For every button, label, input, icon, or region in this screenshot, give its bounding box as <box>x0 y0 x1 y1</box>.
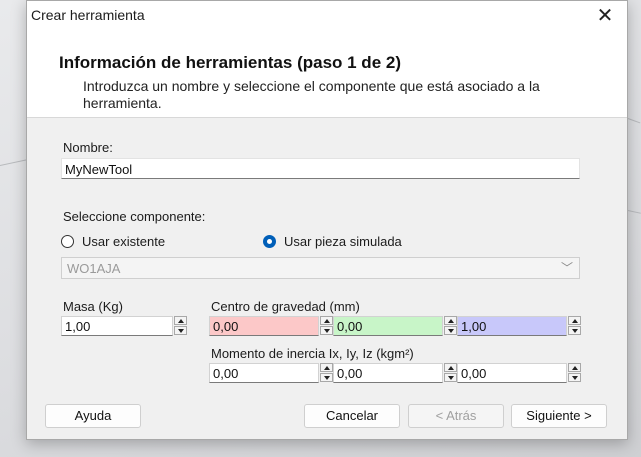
spin-down-button[interactable] <box>568 373 581 382</box>
back-button[interactable]: < Atrás <box>408 404 504 428</box>
spin-up-button[interactable] <box>320 363 333 372</box>
cog-z-input[interactable]: 1,00 <box>457 316 567 336</box>
step-title: Información de herramientas (paso 1 de 2… <box>59 53 401 72</box>
name-input[interactable]: MyNewTool <box>61 158 580 179</box>
cancel-button[interactable]: Cancelar <box>304 404 400 428</box>
component-dropdown[interactable]: WO1AJA ﹀ <box>61 257 580 279</box>
arrow-down-icon <box>571 375 578 380</box>
inertia-ix-stepper[interactable]: 0,00 <box>209 363 333 383</box>
component-dropdown-value: WO1AJA <box>67 261 121 276</box>
spin-up-button[interactable] <box>568 316 581 325</box>
wizard-header: Información de herramientas (paso 1 de 2… <box>27 31 627 118</box>
close-icon[interactable]: ✕ <box>593 4 617 28</box>
spin-down-button[interactable] <box>444 326 457 335</box>
spin-down-button[interactable] <box>444 373 457 382</box>
cog-y-stepper[interactable]: 0,00 <box>333 316 457 336</box>
title-bar: Crear herramienta ✕ <box>27 1 627 31</box>
mass-stepper[interactable]: 1,00 <box>61 316 187 336</box>
spin-down-button[interactable] <box>174 326 187 335</box>
arrow-down-icon <box>447 375 454 380</box>
arrow-up-icon <box>177 318 184 323</box>
arrow-down-icon <box>323 328 330 333</box>
spin-up-button[interactable] <box>174 316 187 325</box>
name-label: Nombre: <box>63 140 113 155</box>
arrow-up-icon <box>571 365 578 370</box>
spin-down-button[interactable] <box>320 326 333 335</box>
mass-input[interactable]: 1,00 <box>61 316 173 336</box>
cog-y-input[interactable]: 0,00 <box>333 316 443 336</box>
arrow-up-icon <box>571 318 578 323</box>
mass-label: Masa (Kg) <box>63 299 123 314</box>
arrow-down-icon <box>571 328 578 333</box>
cog-x-stepper[interactable]: 0,00 <box>209 316 333 336</box>
create-tool-dialog: Crear herramienta ✕ Información de herra… <box>26 0 628 440</box>
inertia-iz-input[interactable]: 0,00 <box>457 363 567 383</box>
arrow-up-icon <box>323 365 330 370</box>
arrow-down-icon <box>323 375 330 380</box>
center-of-gravity-label: Centro de gravedad (mm) <box>211 299 360 314</box>
chevron-down-icon: ﹀ <box>560 261 573 275</box>
background-edge-line <box>627 118 641 124</box>
radio-use-simulated[interactable]: Usar pieza simulada <box>263 234 402 249</box>
spin-down-button[interactable] <box>320 373 333 382</box>
radio-use-existing[interactable]: Usar existente <box>61 234 165 249</box>
cog-x-input[interactable]: 0,00 <box>209 316 319 336</box>
spin-up-button[interactable] <box>444 316 457 325</box>
spin-up-button[interactable] <box>568 363 581 372</box>
background-edge-line <box>627 210 641 214</box>
inertia-iz-stepper[interactable]: 0,00 <box>457 363 581 383</box>
next-button[interactable]: Siguiente > <box>511 404 607 428</box>
cog-z-stepper[interactable]: 1,00 <box>457 316 581 336</box>
step-description: Introduzca un nombre y seleccione el com… <box>83 78 540 111</box>
spin-up-button[interactable] <box>320 316 333 325</box>
component-label: Seleccione componente: <box>63 209 206 224</box>
arrow-up-icon <box>447 365 454 370</box>
help-button[interactable]: Ayuda <box>45 404 141 428</box>
radio-unchecked-icon <box>61 235 74 248</box>
inertia-iy-stepper[interactable]: 0,00 <box>333 363 457 383</box>
radio-use-simulated-label: Usar pieza simulada <box>284 234 402 249</box>
arrow-down-icon <box>177 328 184 333</box>
radio-checked-icon <box>263 235 276 248</box>
inertia-iy-input[interactable]: 0,00 <box>333 363 443 383</box>
radio-use-existing-label: Usar existente <box>82 234 166 249</box>
arrow-down-icon <box>447 328 454 333</box>
spin-down-button[interactable] <box>568 326 581 335</box>
arrow-up-icon <box>447 318 454 323</box>
arrow-up-icon <box>323 318 330 323</box>
inertia-ix-input[interactable]: 0,00 <box>209 363 319 383</box>
spin-up-button[interactable] <box>444 363 457 372</box>
window-title: Crear herramienta <box>31 7 145 23</box>
moment-of-inertia-label: Momento de inercia Ix, Iy, Iz (kgm²) <box>211 346 414 361</box>
